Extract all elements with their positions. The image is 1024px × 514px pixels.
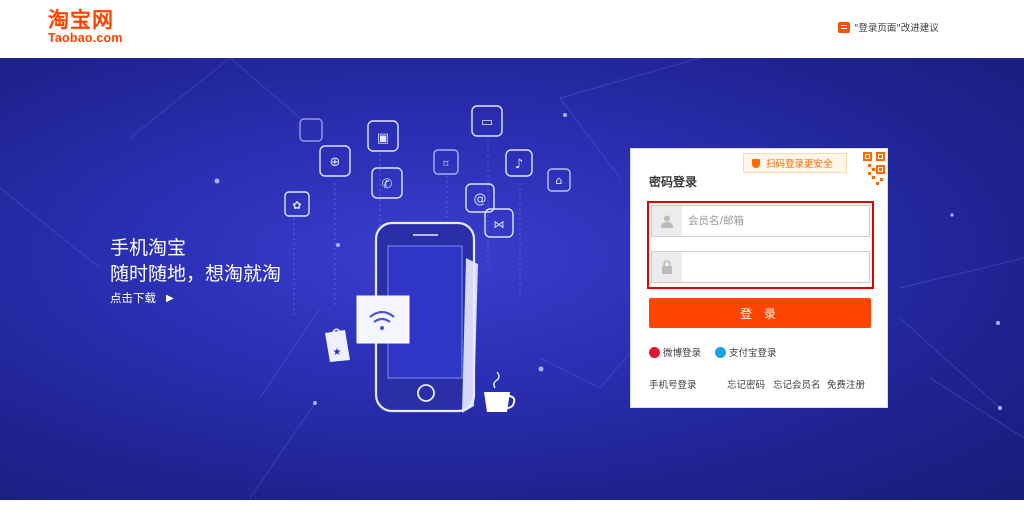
logo-english: Taobao.com [48,31,123,45]
alipay-icon [715,346,726,358]
weibo-label: 微博登录 [663,348,702,359]
download-app-link[interactable]: 点击下载 ▶ [110,290,174,306]
svg-text:✿: ✿ [292,199,301,212]
svg-text:⌑: ⌑ [443,159,449,170]
lock-icon [652,252,682,282]
svg-text:♪: ♪ [515,157,523,172]
feedback-label: "登录页面"改进建议 [854,23,939,34]
svg-text:★: ★ [333,347,342,358]
forgot-password-link[interactable]: 忘记密码 [727,377,765,391]
feedback-link[interactable]: "登录页面"改进建议 [838,20,939,34]
forgot-username-link[interactable]: 忘记会员名 [773,377,821,391]
play-arrow-icon: ▶ [166,292,174,304]
user-icon [652,206,682,236]
weibo-icon [649,346,660,358]
qr-tip-label: 扫码登录更安全 [766,159,833,170]
shield-icon [752,158,760,168]
username-input[interactable] [688,206,866,236]
login-title: 密码登录 [649,175,698,189]
logo-chinese: 淘宝网 [48,8,114,32]
password-field[interactable] [651,251,870,283]
login-panel: 密码登录 扫码登录更安全 登 录 微博登录 [630,148,888,408]
comment-icon [838,21,850,33]
register-link[interactable]: 免费注册 [827,377,865,391]
header: 淘宝网 Taobao.com "登录页面"改进建议 [0,0,1024,58]
weibo-login[interactable]: 微博登录 [649,345,701,359]
promo-title: 手机淘宝 [110,237,187,259]
svg-text:▣: ▣ [377,131,389,146]
login-button[interactable]: 登 录 [649,298,871,328]
taobao-logo[interactable]: 淘宝网 Taobao.com [48,9,132,45]
footer-strip [0,500,1024,514]
alipay-label: 支付宝登录 [729,348,777,359]
username-field[interactable] [651,205,870,237]
phone-login-link[interactable]: 手机号登录 [649,377,697,391]
alipay-login[interactable]: 支付宝登录 [715,345,777,359]
svg-text:@: @ [474,192,487,207]
svg-text:⊕: ⊕ [330,155,341,170]
promo-subtitle: 随时随地，想淘就淘 [110,263,282,285]
svg-text:⌂: ⌂ [556,174,563,187]
svg-text:⋈: ⋈ [494,218,505,231]
svg-text:▭: ▭ [481,115,493,130]
qr-code-toggle-icon[interactable] [847,149,887,189]
qr-login-tip[interactable]: 扫码登录更安全 [743,153,847,173]
password-input[interactable] [688,252,866,282]
svg-text:✆: ✆ [382,177,393,192]
download-label: 点击下载 [110,291,156,305]
